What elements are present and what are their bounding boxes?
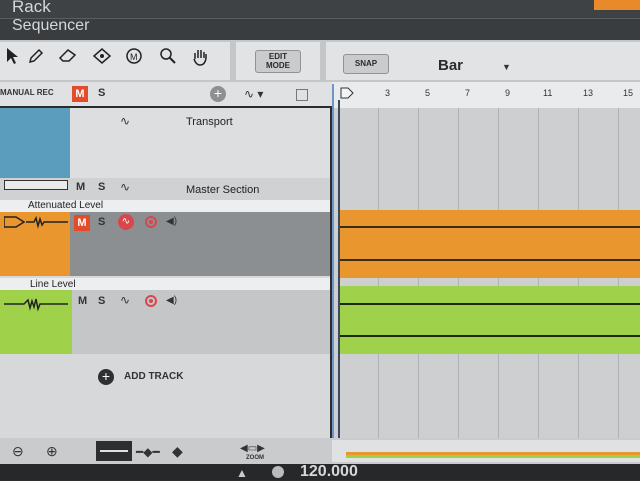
header-divider — [0, 18, 640, 19]
speaker-icon[interactable]: ◀) — [166, 295, 177, 306]
razor-icon[interactable] — [90, 47, 114, 71]
tempo-display[interactable]: 120.000 — [300, 463, 358, 481]
ruler-bar-5: 5 — [425, 88, 431, 98]
add-track-button[interactable]: ADD TRACK — [124, 371, 183, 382]
waveform-line — [338, 335, 640, 337]
playhead-line[interactable] — [338, 100, 340, 438]
svg-text:M: M — [130, 52, 138, 62]
orange-indicator — [594, 0, 640, 10]
automation-icon[interactable]: ∿ ▾ — [244, 87, 263, 101]
line-mute-button[interactable]: M — [78, 295, 87, 307]
magnifier-icon[interactable] — [156, 47, 180, 71]
playhead-marker-icon[interactable] — [340, 87, 354, 108]
record-arm-button[interactable] — [145, 216, 157, 228]
zoom-label: ZOOM — [246, 455, 264, 461]
add-icon[interactable]: + — [210, 86, 226, 102]
waveform-icon — [4, 296, 68, 317]
master-mute-button[interactable]: M — [76, 181, 85, 193]
sequencer-title: Sequencer — [12, 17, 90, 34]
waveform-line — [338, 226, 640, 228]
mute-all-button[interactable]: M — [72, 86, 88, 102]
tempo-dot-icon — [272, 466, 284, 478]
flat-wave-icon — [100, 450, 128, 452]
snap-value-select[interactable]: Bar — [438, 57, 463, 74]
rack-title: Rack — [12, 0, 51, 16]
zoom-arrows-icon[interactable]: ◀▭▶ — [240, 443, 265, 454]
mute-tool-icon[interactable]: M — [122, 47, 146, 71]
zoom-in-icon[interactable]: ⊕ — [46, 443, 58, 460]
metronome-icon[interactable]: ▲ — [236, 466, 248, 480]
waveform-line — [338, 303, 640, 305]
wave-view-medium-button[interactable]: ━◆━ — [136, 445, 160, 459]
line-track-label: Line Level — [30, 279, 76, 290]
rack-title-bar — [0, 0, 640, 19]
lane-divider — [332, 84, 334, 438]
automation-icon[interactable]: ∿ — [120, 114, 130, 128]
line-solo-button[interactable]: S — [98, 295, 105, 307]
record-arm-button[interactable] — [145, 295, 157, 307]
grid-icon[interactable] — [296, 89, 308, 101]
master-meter — [4, 180, 68, 190]
attenuated-mute-button[interactable]: M — [74, 215, 90, 231]
chevron-down-icon[interactable]: ▼ — [502, 62, 511, 72]
manual-rec-button[interactable]: MANUAL REC — [0, 88, 54, 97]
select-arrow-icon[interactable] — [0, 47, 24, 71]
speaker-icon[interactable]: ◀) — [166, 216, 177, 227]
ruler[interactable] — [332, 82, 640, 108]
automation-active-icon[interactable]: ∿ — [118, 214, 134, 230]
attenuated-clip[interactable] — [338, 210, 640, 278]
master-track-label: Master Section — [186, 184, 260, 196]
add-track-icon[interactable]: + — [98, 369, 114, 385]
automation-icon[interactable]: ∿ — [120, 293, 130, 307]
edit-mode-button[interactable]: EDIT MODE — [255, 50, 301, 73]
ruler-bar-15: 15 — [623, 88, 634, 98]
ruler-bar-7: 7 — [465, 88, 471, 98]
transport-track-label: Transport — [186, 116, 233, 128]
attenuated-solo-button[interactable]: S — [98, 216, 105, 228]
attenuated-track-label: Attenuated Level — [28, 200, 104, 211]
ruler-bar-13: 13 — [583, 88, 594, 98]
master-solo-button[interactable]: S — [98, 181, 105, 193]
pencil-icon[interactable] — [24, 47, 48, 71]
ruler-bar-11: 11 — [543, 88, 553, 98]
hand-icon[interactable] — [188, 47, 212, 71]
waveform-icon — [3, 214, 68, 235]
attenuated-track-header[interactable] — [70, 212, 330, 276]
wave-view-large-button[interactable]: ◆ — [172, 443, 183, 460]
eraser-icon[interactable] — [56, 47, 80, 71]
zoom-out-icon[interactable]: ⊖ — [12, 443, 24, 460]
transport-track-color — [0, 108, 70, 178]
overview-green — [346, 455, 640, 458]
snap-button[interactable]: SNAP — [343, 54, 389, 74]
ruler-bar-9: 9 — [505, 88, 511, 98]
ruler-bar-3: 3 — [385, 88, 391, 98]
line-track-header[interactable] — [72, 290, 330, 354]
overview-strip[interactable] — [332, 440, 640, 462]
solo-all-button[interactable]: S — [98, 87, 105, 99]
waveform-line — [338, 259, 640, 261]
line-clip[interactable] — [338, 286, 640, 354]
automation-icon[interactable]: ∿ — [120, 180, 130, 194]
